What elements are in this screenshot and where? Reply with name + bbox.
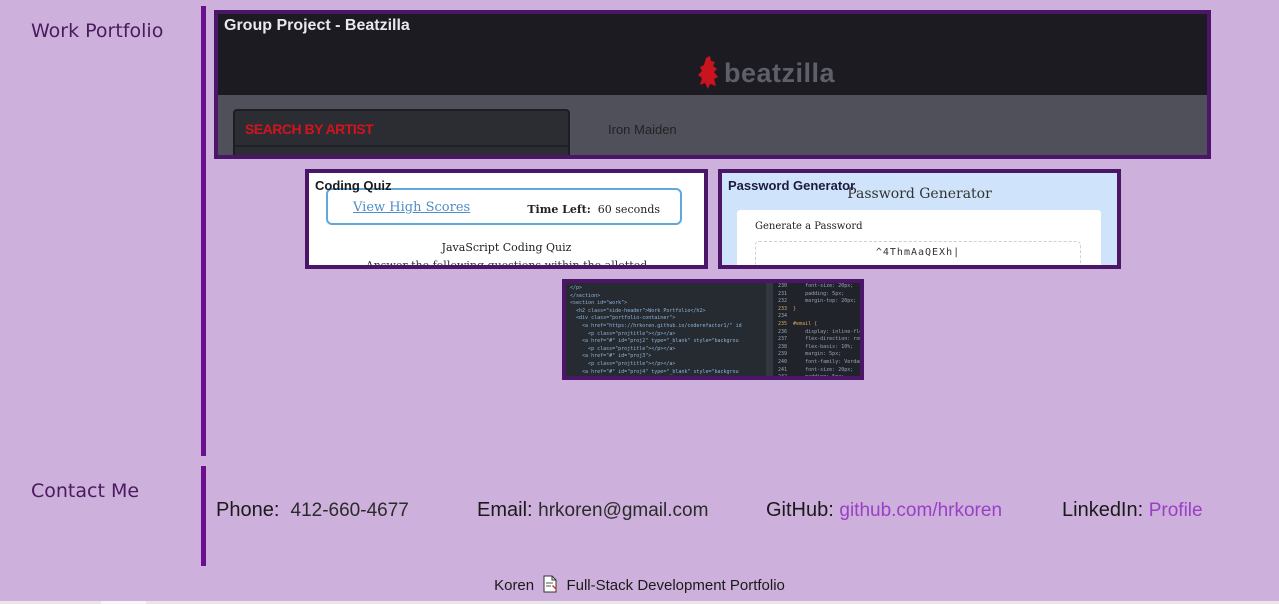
work-section-divider <box>201 6 206 456</box>
project-title-coding-quiz: Coding Quiz <box>315 178 392 193</box>
contact-linkedin: LinkedIn: Profile <box>1062 499 1203 522</box>
code-line: 232 margin-top: 20px; <box>778 298 857 305</box>
quiz-heading: JavaScript Coding Quiz <box>441 241 572 254</box>
code-line: 240 font-family: Verdana, <box>778 358 864 365</box>
code-line: 239 margin: 5px; <box>778 351 842 358</box>
code-css-lines: 230 font-size: 20px; 231 padding: 5px; 232… <box>778 283 864 380</box>
password-panel: Generate a Password ^4ThmAaQEXh| <box>737 210 1101 265</box>
linkedin-label: LinkedIn: <box>1062 499 1144 521</box>
email-value: hrkoren@gmail.com <box>538 500 709 521</box>
project-title-beatzilla: Group Project - Beatzilla <box>224 17 410 34</box>
code-line: </p> <box>570 285 583 291</box>
contact-section-divider <box>201 466 206 566</box>
search-divider <box>235 145 568 147</box>
document-edit-icon <box>543 575 558 593</box>
contact-github: GitHub: github.com/hrkoren <box>766 499 1002 522</box>
code-line: <a href="#" id="proj3"> <box>570 353 652 360</box>
code-line: 233 } <box>778 305 797 312</box>
code-line: 238 flex-basis: 10%; <box>778 343 854 350</box>
code-line: <a href="#" id="proj2" type="_blank" sty… <box>570 338 739 345</box>
email-label: Email: <box>477 499 533 521</box>
project-title-password-generator: Password Generator <box>728 178 856 193</box>
view-high-scores-link: View High Scores <box>353 200 471 215</box>
time-left-label: Time Left: <box>527 203 591 216</box>
godzilla-icon <box>698 56 718 89</box>
page-footer: Koren Full-Stack Development Portfolio <box>0 575 1279 594</box>
code-line: <a href="https://hrkoren.github.io/coder… <box>570 322 742 329</box>
code-line: 231 padding: 5px; <box>778 290 845 297</box>
code-html-lines: </p> </section> <section id="work"> <h2 cl… <box>570 285 742 376</box>
code-line: <p class="projtitle"></p></a> <box>570 345 676 352</box>
search-by-artist-label: SEARCH BY ARTIST <box>245 121 374 137</box>
github-link[interactable]: github.com/hrkoren <box>839 500 1002 521</box>
code-line: <h2 class="side-header">Work Portfolio</… <box>570 307 706 314</box>
project-card-coding-quiz[interactable]: Coding Quiz View High Scores Time Left: … <box>305 169 708 269</box>
contact-email: Email: hrkoren@gmail.com <box>477 499 708 522</box>
code-line: 230 font-size: 20px; <box>778 283 854 289</box>
beatzilla-logo: beatzilla <box>698 56 835 90</box>
beatzilla-search-panel: SEARCH BY ARTIST <box>233 109 570 155</box>
generate-password-title: Generate a Password <box>755 221 863 232</box>
quiz-instructions: Answer the following questions within th… <box>365 259 648 269</box>
footer-name: Koren <box>494 577 535 594</box>
code-line: <p class="projtitle"></p></a> <box>570 360 676 367</box>
code-line: <a href="#" id="proj4" type="_blank" sty… <box>570 368 739 375</box>
project-card-code-refactor[interactable]: </p> </section> <section id="work"> <h2 cl… <box>562 279 864 380</box>
project-card-beatzilla[interactable]: Group Project - Beatzilla beatzilla SEAR… <box>214 10 1211 159</box>
code-line: 234 <box>778 313 788 320</box>
time-left-value: 60 seconds <box>597 203 660 216</box>
beatzilla-logo-text: beatzilla <box>724 57 836 88</box>
quiz-timer: Time Left: 60 seconds <box>527 203 660 216</box>
contact-phone: Phone: 412-660-4677 <box>216 499 409 522</box>
code-line: <p class="projtitle"></p></a> <box>570 330 676 337</box>
project-card-password-generator[interactable]: Password Generator Password Generator Ge… <box>718 169 1121 269</box>
linkedin-profile-link[interactable]: Profile <box>1149 500 1203 521</box>
code-line: 241 font-size: 20px; <box>778 366 854 373</box>
code-line: <section id="work"> <box>570 300 628 307</box>
code-line: </section> <box>570 292 601 299</box>
code-line: 235 #email { <box>778 320 818 327</box>
phone-label: Phone: <box>216 499 280 521</box>
artist-name: Iron Maiden <box>608 122 677 137</box>
footer-tagline: Full-Stack Development Portfolio <box>566 577 785 594</box>
work-portfolio-heading: Work Portfolio <box>31 20 164 42</box>
code-editor-gutter <box>766 283 773 376</box>
code-line: 237 flex-direction: row; <box>778 336 864 343</box>
beatzilla-body: SEARCH BY ARTIST Iron Maiden <box>218 95 1207 155</box>
github-label: GitHub: <box>766 499 834 521</box>
password-output-field: ^4ThmAaQEXh| <box>755 241 1081 265</box>
code-line: 236 display: inline-flex; <box>778 328 864 335</box>
phone-value: 412-660-4677 <box>290 500 409 521</box>
quiz-header-box: View High Scores Time Left: 60 seconds <box>326 188 682 225</box>
contact-me-heading: Contact Me <box>31 480 140 502</box>
code-line: <div class="portfolio-container"> <box>570 315 676 322</box>
code-line: 242 padding: 5px; <box>778 374 845 380</box>
password-value: ^4ThmAaQEXh| <box>875 247 961 258</box>
